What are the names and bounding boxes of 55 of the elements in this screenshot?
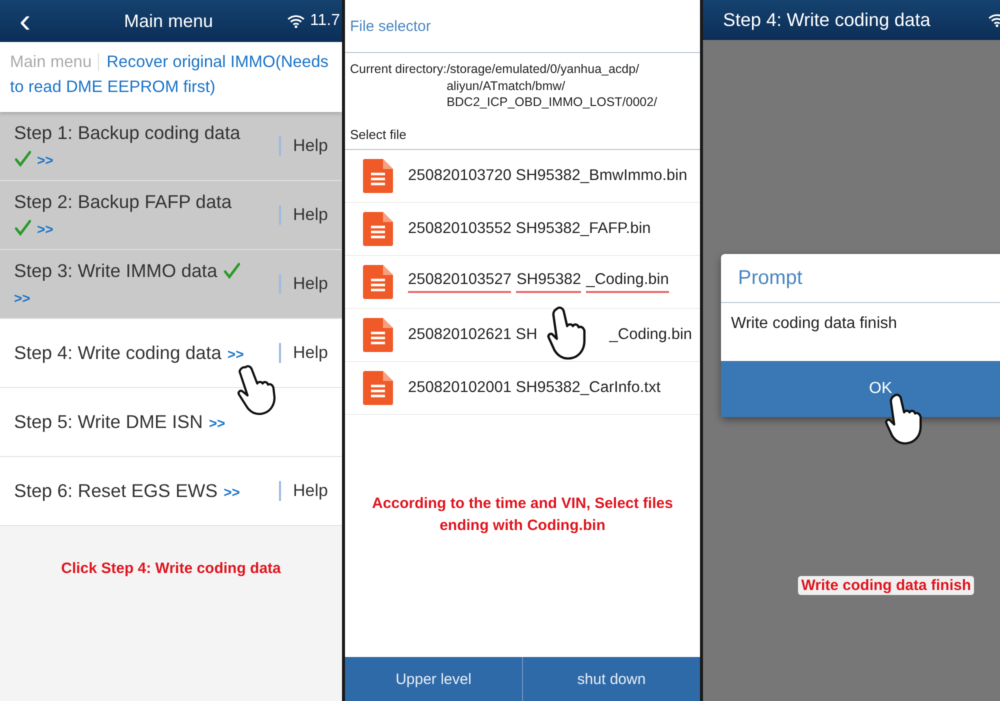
- voltage-reading: 11.7: [310, 12, 340, 30]
- header-title: Step 4: Write coding data: [722, 9, 932, 31]
- help-link[interactable]: Help: [279, 205, 328, 225]
- document-icon: [363, 265, 393, 299]
- wifi-icon: [287, 14, 306, 28]
- instruction-note: According to the time and VIN, Select files ending with Coding.bin: [371, 494, 674, 536]
- footer-button[interactable]: Upper level: [345, 657, 522, 701]
- help-link[interactable]: Help: [279, 481, 328, 501]
- back-button[interactable]: ‹: [0, 2, 50, 40]
- step-row[interactable]: Step 3: Write IMMO data >> Help: [0, 250, 342, 319]
- step-label: Step 2: Backup FAFP data: [14, 190, 232, 212]
- file-name[interactable]: 250820102621 SH: [408, 326, 538, 344]
- instruction-note: Click Step 4: Write coding data: [61, 559, 281, 579]
- file-name[interactable]: 250820103527: [408, 271, 512, 293]
- ok-button[interactable]: OK: [721, 361, 1000, 417]
- file-name[interactable]: 250820103552 SH95382_FAFP.bin: [408, 220, 651, 238]
- step-link[interactable]: >>: [227, 346, 244, 362]
- step-row[interactable]: Step 5: Write DME ISN >>: [0, 388, 342, 457]
- section-label: Select file: [350, 126, 406, 142]
- step-label: Step 3: Write IMMO data: [14, 260, 218, 280]
- step-link[interactable]: >>: [208, 414, 226, 430]
- step-row[interactable]: Step 1: Backup coding data >> Help: [0, 112, 342, 181]
- document-icon: [363, 159, 393, 193]
- check-icon: [14, 218, 31, 236]
- header-title: Main menu: [123, 10, 214, 32]
- breadcrumb-path[interactable]: Main menu Recover original IMMO(Needs to read DME EEPROM first): [10, 50, 332, 100]
- check-icon: [223, 262, 240, 278]
- instruction-note: Write coding data finish: [798, 576, 974, 595]
- file-name[interactable]: _Coding.bin: [586, 271, 669, 293]
- file-name[interactable]: _Coding.bin: [609, 326, 692, 344]
- file-name[interactable]: 250820102001 SH95382_CarInfo.txt: [408, 379, 661, 397]
- document-icon: [363, 318, 393, 352]
- header-title: File selector: [350, 18, 431, 34]
- step-row[interactable]: Step 2: Backup FAFP data >> Help: [0, 181, 342, 250]
- dialog-message: Write coding data finish: [731, 315, 898, 332]
- step-label: Step 1: Backup coding data: [14, 122, 240, 142]
- help-link[interactable]: Help: [279, 343, 328, 363]
- step-label: Step 5: Write DME ISN: [14, 410, 203, 432]
- step-row[interactable]: Step 4: Write coding data >> Help: [0, 319, 342, 388]
- directory-path: aliyun/ATmatch/bmw/: [446, 78, 566, 94]
- file-name[interactable]: 250820103720 SH95382_BmwImmo.bin: [408, 167, 688, 185]
- dialog-title: Prompt: [738, 266, 802, 290]
- check-icon: [14, 150, 31, 166]
- directory-path: BDC2_ICP_OBD_IMMO_LOST/0002/: [446, 94, 658, 110]
- footer-button[interactable]: shut down: [522, 657, 700, 701]
- help-link[interactable]: Help: [279, 274, 328, 294]
- step-link[interactable]: >>: [224, 484, 240, 500]
- document-icon: [363, 212, 393, 246]
- help-link[interactable]: Help: [279, 136, 328, 156]
- directory-path: /storage/emulated/0/yanhua_acdp/: [446, 61, 640, 78]
- document-icon: [363, 371, 393, 405]
- step-label: Step 4: Write coding data: [14, 342, 222, 362]
- file-name[interactable]: SH95382: [516, 271, 582, 293]
- directory-label: Current directory:: [350, 61, 447, 78]
- step-label: Step 6: Reset EGS EWS: [14, 480, 218, 500]
